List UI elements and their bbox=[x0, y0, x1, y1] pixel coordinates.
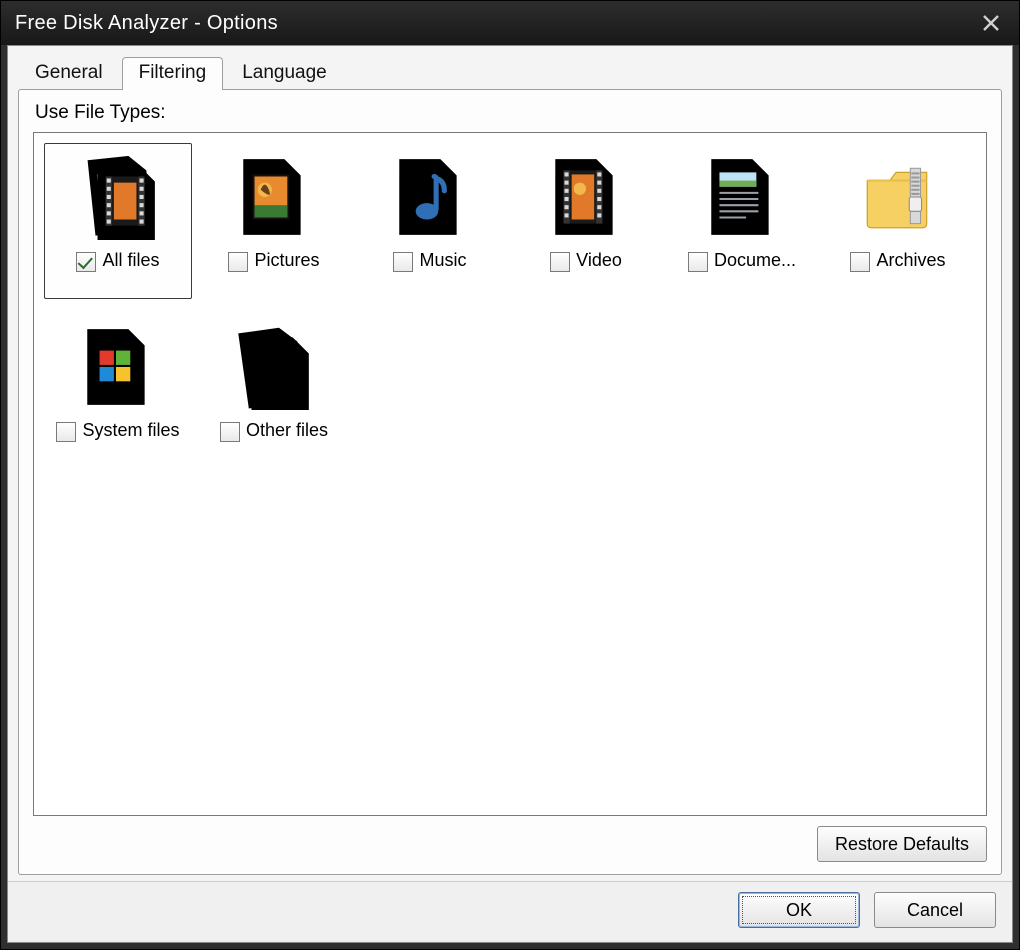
file-type-archives-checkbox[interactable] bbox=[850, 252, 870, 272]
options-window: Free Disk Analyzer - Options General Fil… bbox=[0, 0, 1020, 950]
tab-strip: General Filtering Language bbox=[8, 46, 1012, 89]
file-type-archives-label: Archives bbox=[876, 250, 945, 271]
file-type-other-files-label: Other files bbox=[246, 420, 328, 441]
video-icon bbox=[547, 154, 625, 240]
file-types-group-label: Use File Types: bbox=[35, 102, 987, 124]
system-files-icon bbox=[79, 324, 157, 410]
music-icon bbox=[391, 154, 469, 240]
file-type-music-checkbox[interactable] bbox=[393, 252, 413, 272]
file-type-video[interactable]: Video bbox=[512, 143, 660, 299]
tab-language[interactable]: Language bbox=[225, 57, 344, 90]
file-type-documents-checkbox[interactable] bbox=[688, 252, 708, 272]
window-title: Free Disk Analyzer - Options bbox=[15, 12, 977, 35]
cancel-button[interactable]: Cancel bbox=[874, 892, 996, 928]
file-type-system-files-label: System files bbox=[82, 420, 179, 441]
file-type-documents-label: Docume... bbox=[714, 250, 796, 271]
restore-defaults-button[interactable]: Restore Defaults bbox=[817, 826, 987, 862]
file-type-archives[interactable]: Archives bbox=[824, 143, 972, 299]
pictures-icon bbox=[235, 154, 313, 240]
tabpage-filtering: Use File Types: All files Pictures Music Vi… bbox=[18, 89, 1002, 875]
other-files-icon bbox=[235, 324, 313, 410]
file-type-other-files[interactable]: Other files bbox=[200, 313, 348, 469]
archives-icon bbox=[859, 154, 937, 240]
tab-general[interactable]: General bbox=[18, 57, 120, 90]
file-type-all-files-checkbox[interactable] bbox=[76, 252, 96, 272]
close-button[interactable] bbox=[977, 9, 1005, 37]
file-type-music[interactable]: Music bbox=[356, 143, 504, 299]
client-area: General Filtering Language Use File Type… bbox=[7, 45, 1013, 943]
file-type-video-checkbox[interactable] bbox=[550, 252, 570, 272]
all-files-icon bbox=[79, 154, 157, 240]
file-type-all-files-label: All files bbox=[102, 250, 159, 271]
file-type-video-label: Video bbox=[576, 250, 622, 271]
file-type-all-files[interactable]: All files bbox=[44, 143, 192, 299]
ok-button[interactable]: OK bbox=[738, 892, 860, 928]
file-type-pictures-label: Pictures bbox=[254, 250, 319, 271]
file-type-system-files[interactable]: System files bbox=[44, 313, 192, 469]
file-type-other-files-checkbox[interactable] bbox=[220, 422, 240, 442]
file-type-documents[interactable]: Docume... bbox=[668, 143, 816, 299]
restore-row: Restore Defaults bbox=[33, 816, 987, 862]
documents-icon bbox=[703, 154, 781, 240]
file-type-pictures[interactable]: Pictures bbox=[200, 143, 348, 299]
file-type-system-files-checkbox[interactable] bbox=[56, 422, 76, 442]
file-type-pictures-checkbox[interactable] bbox=[228, 252, 248, 272]
file-type-music-label: Music bbox=[419, 250, 466, 271]
dialog-button-bar: OK Cancel bbox=[8, 881, 1012, 942]
file-types-list[interactable]: All files Pictures Music Video Docume... Arch… bbox=[33, 132, 987, 816]
close-icon bbox=[982, 14, 1000, 32]
titlebar: Free Disk Analyzer - Options bbox=[1, 1, 1019, 45]
tab-filtering[interactable]: Filtering bbox=[122, 57, 224, 90]
